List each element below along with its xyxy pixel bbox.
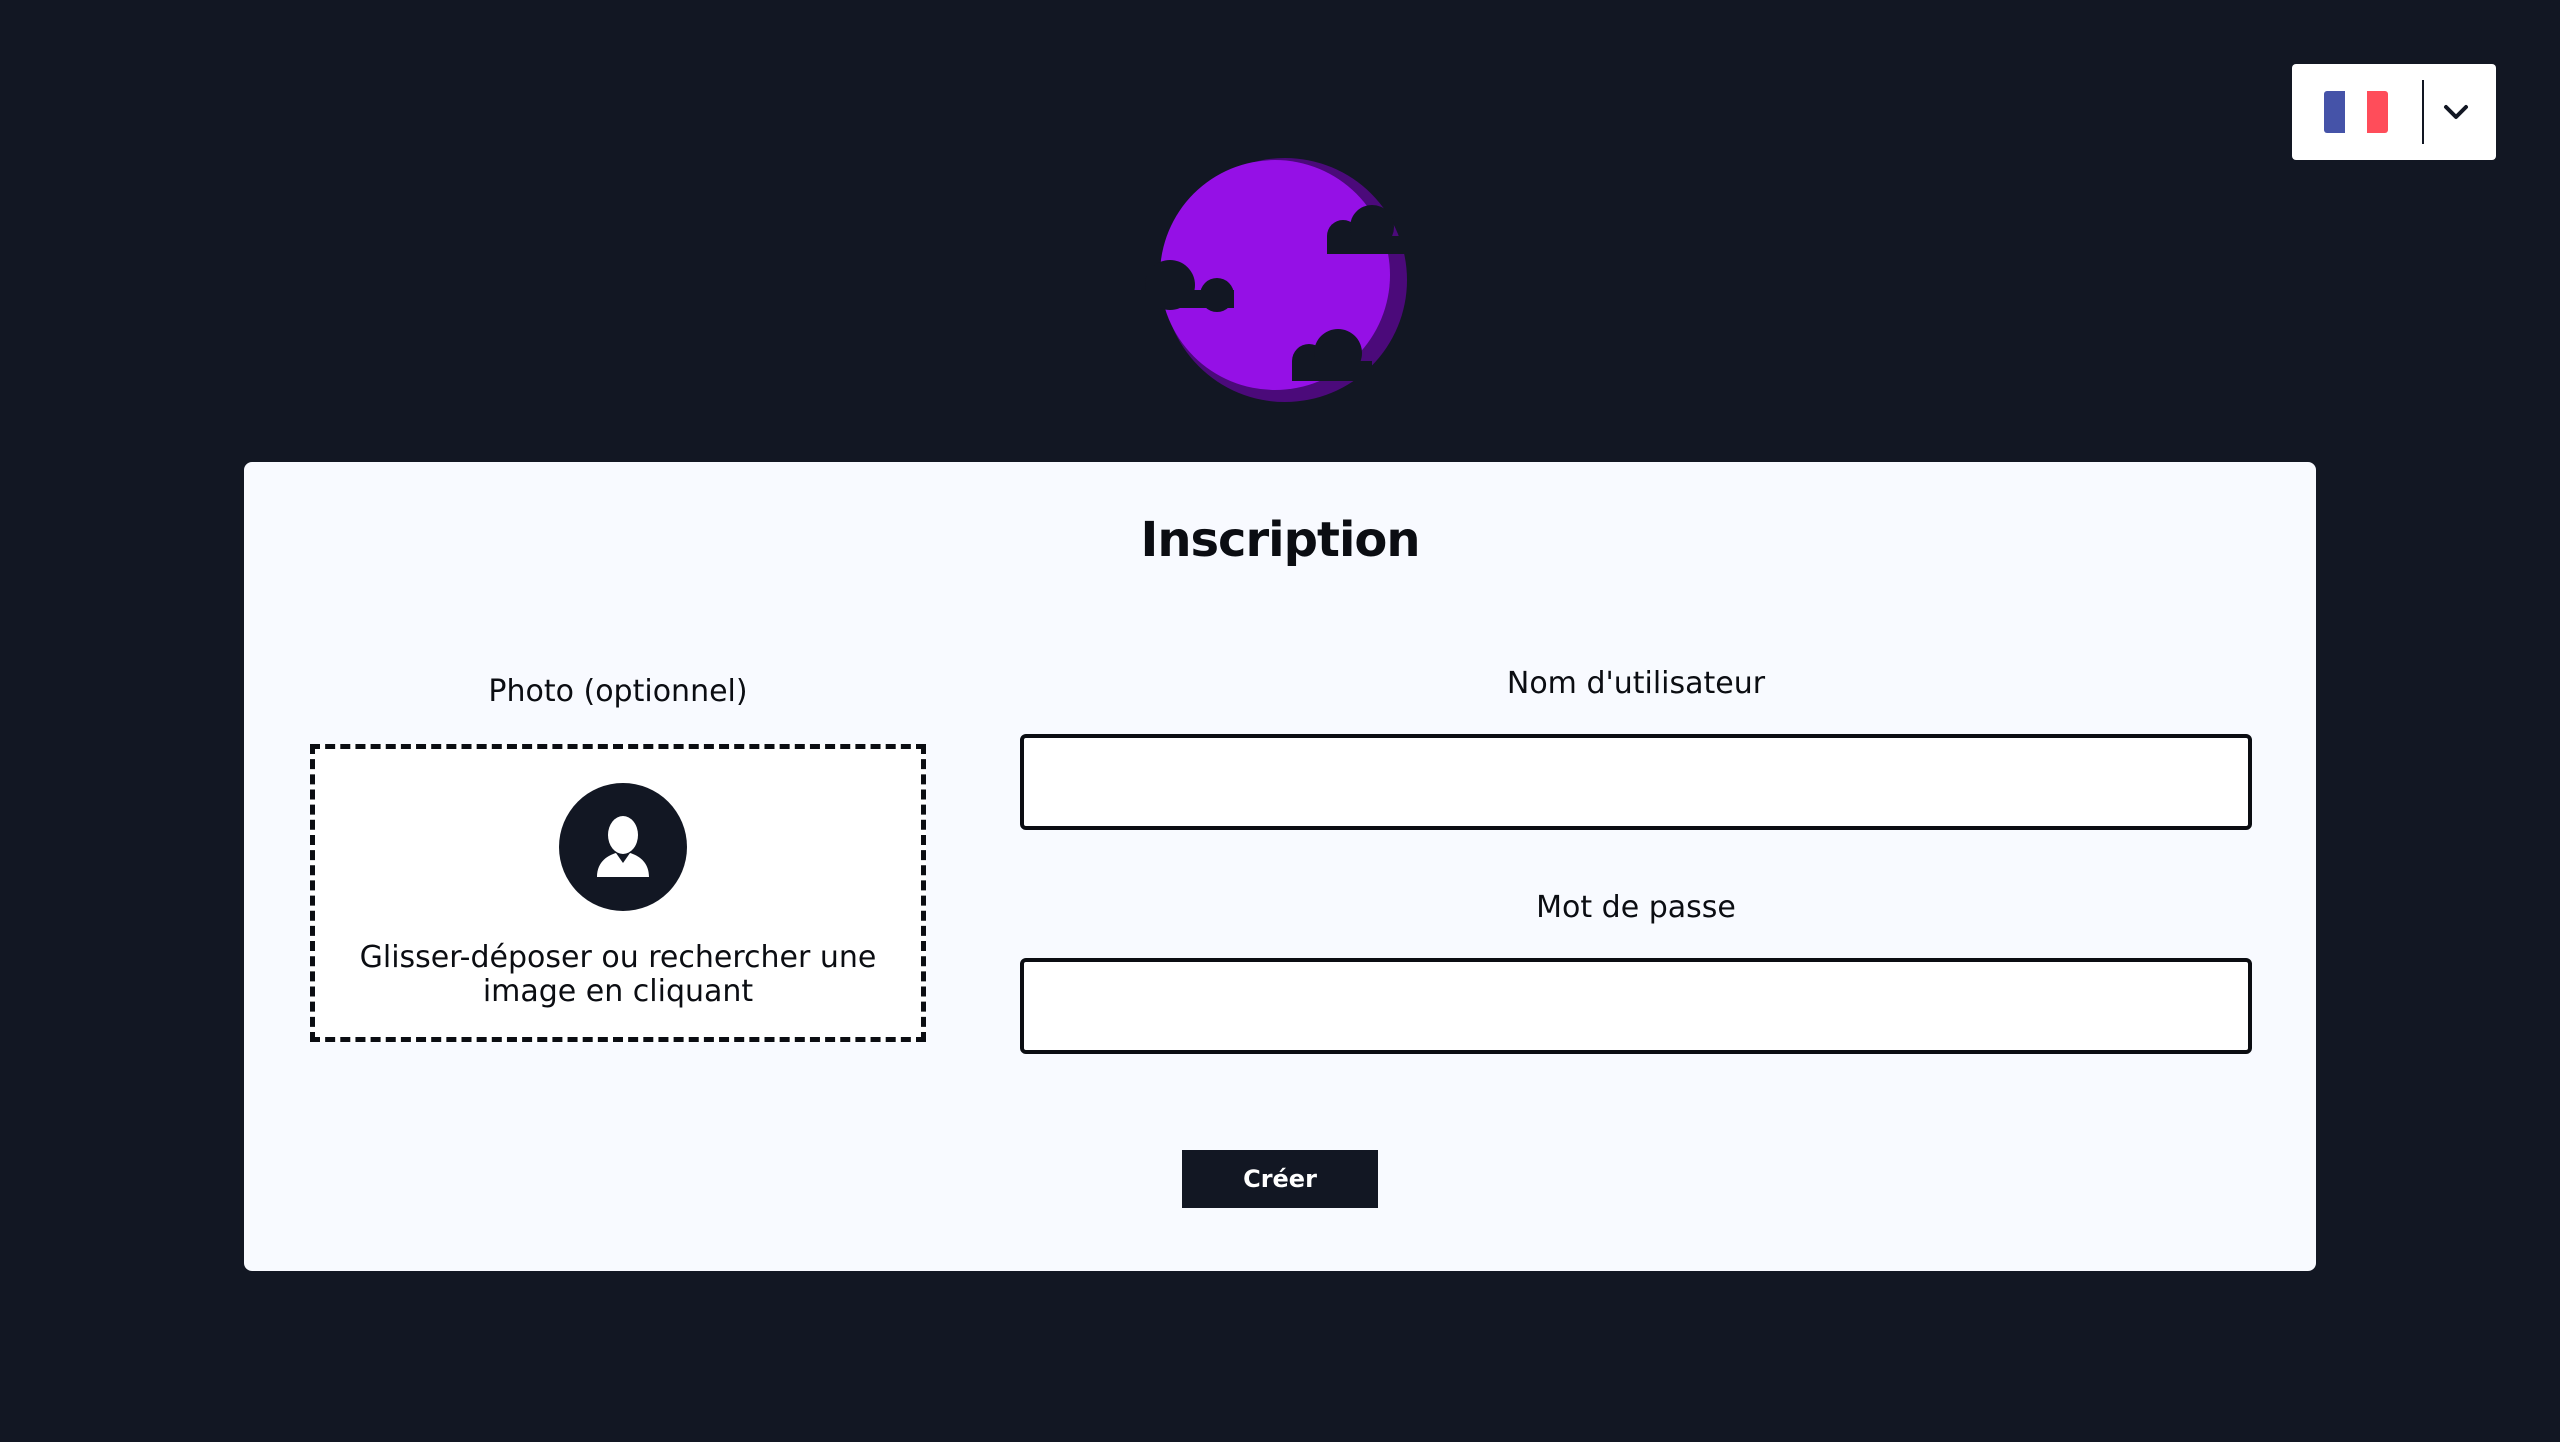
photo-dropzone[interactable]: Glisser-déposer ou rechercher une image … (310, 744, 926, 1042)
moon-logo-icon (1145, 158, 1407, 402)
language-selector[interactable] (2292, 64, 2496, 160)
photo-label: Photo (optionnel) (488, 674, 748, 709)
registration-card: Inscription Photo (optionnel) Glisser-dé… (244, 462, 2316, 1271)
username-label: Nom d'utilisateur (1506, 666, 1766, 701)
chevron-down-icon[interactable] (2436, 92, 2476, 132)
page-title: Inscription (1140, 512, 1420, 568)
dropzone-instructions: Glisser-déposer ou rechercher une image … (359, 940, 877, 1009)
create-button[interactable]: Créer (1182, 1150, 1378, 1208)
user-avatar-icon (559, 783, 687, 911)
france-flag-icon (2324, 91, 2388, 133)
selector-divider (2422, 80, 2424, 144)
password-label: Mot de passe (1536, 890, 1736, 925)
username-input[interactable] (1020, 734, 2252, 830)
password-input[interactable] (1020, 958, 2252, 1054)
